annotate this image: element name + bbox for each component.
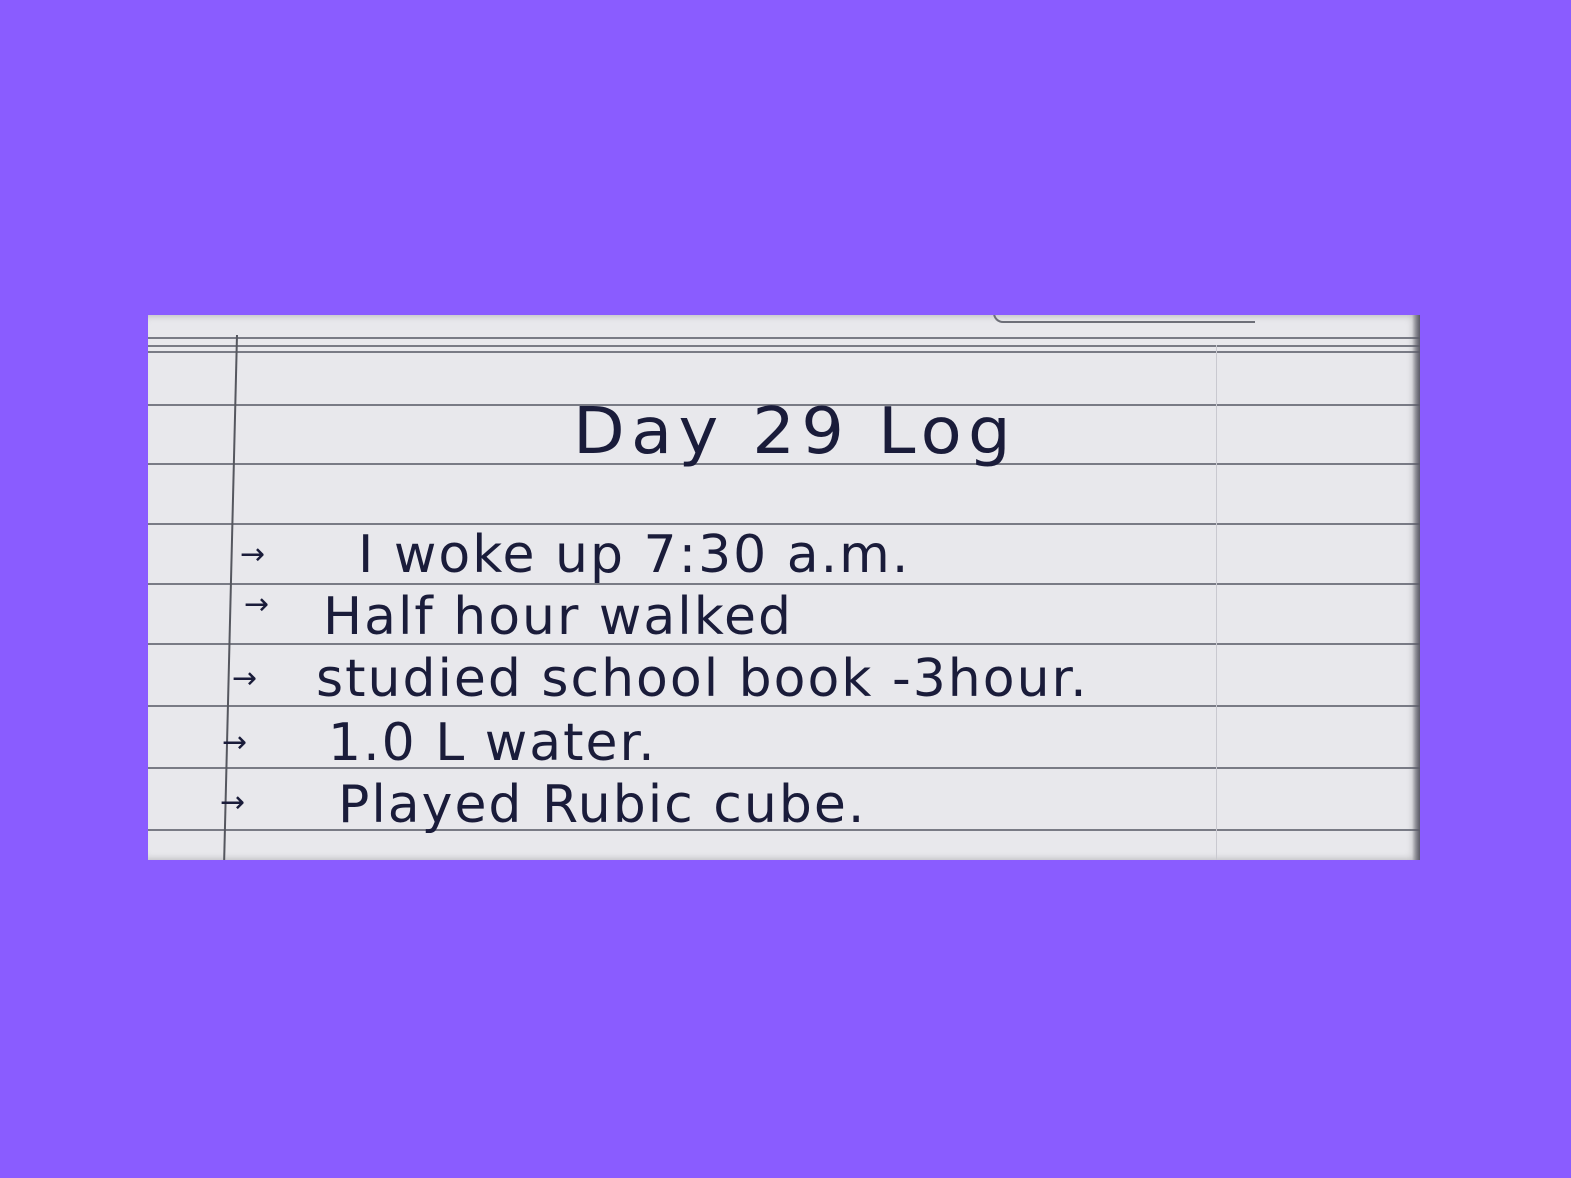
notebook-page: Day 29 Log → I woke up 7:30 a.m. → Half … <box>148 315 1420 860</box>
arrow-icon: → <box>240 537 266 572</box>
log-entry-study: studied school book -3hour. <box>316 649 1089 709</box>
arrow-icon: → <box>244 587 270 622</box>
log-entry-walk: Half hour walked <box>323 587 793 647</box>
ruled-line <box>148 345 1420 347</box>
page-shadow <box>1412 315 1420 860</box>
faint-column-line <box>1216 345 1217 860</box>
top-pen-mark <box>993 315 1255 323</box>
arrow-icon: → <box>220 785 246 820</box>
log-entry-water: 1.0 L water. <box>328 713 657 773</box>
ruled-line <box>148 337 1420 339</box>
log-entry-cube: Played Rubic cube. <box>338 775 867 835</box>
ruled-line <box>148 351 1420 353</box>
margin-line <box>223 335 238 860</box>
log-entry-wake: I woke up 7:30 a.m. <box>358 525 911 585</box>
arrow-icon: → <box>222 725 248 760</box>
log-title: Day 29 Log <box>573 395 1017 469</box>
arrow-icon: → <box>232 661 258 696</box>
